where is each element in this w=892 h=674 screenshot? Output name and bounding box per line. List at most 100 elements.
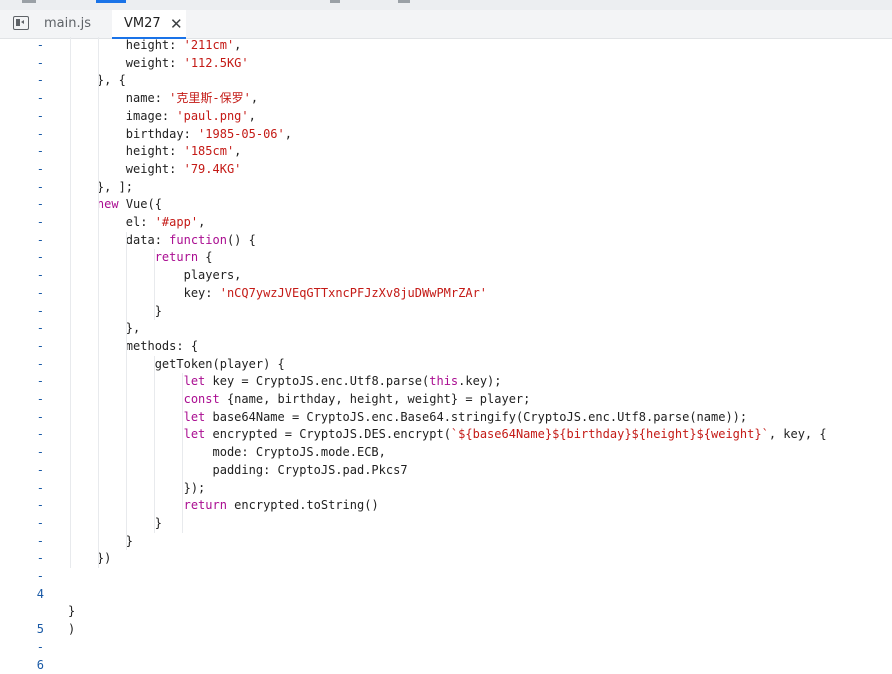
line-number[interactable]: - [0,391,44,409]
line-number[interactable]: - [0,462,44,480]
code-token: padding: CryptoJS.pad.Pkcs7 [68,463,408,477]
line-number[interactable]: - [0,285,44,303]
code-text: ) [68,621,75,639]
code-token: '1985-05-06' [198,127,285,141]
code-token: weight: [68,56,184,70]
line-number[interactable]: - [0,444,44,462]
indent-guide [126,232,127,551]
code-token: let [184,410,206,424]
line-number[interactable]: - [0,356,44,374]
line-number[interactable]: - [0,90,44,108]
code-token: }) [68,551,111,565]
indent-guide [70,37,71,568]
line-number[interactable]: - [0,179,44,197]
line-number[interactable]: - [0,249,44,267]
code-token: encrypted.toString() [227,498,379,512]
code-token: , [249,109,256,123]
code-line: - } [0,515,892,533]
code-line: - padding: CryptoJS.pad.Pkcs7 [0,462,892,480]
code-token: weight: [68,162,184,176]
code-token: 'paul.png' [176,109,248,123]
line-number[interactable]: - [0,143,44,161]
code-token: { [198,250,212,264]
code-text: new Vue({ [68,196,162,214]
code-text: }) [68,550,111,568]
code-token: () { [227,233,256,247]
line-number[interactable]: - [0,338,44,356]
code-token: getToken(player) { [68,357,285,371]
line-number[interactable]: - [0,568,44,586]
code-line: - }); [0,480,892,498]
code-token: const [184,392,220,406]
code-token: let [184,427,206,441]
indent-guide [98,37,99,568]
code-line: - return { [0,249,892,267]
code-text: birthday: '1985-05-06', [68,126,292,144]
code-text: weight: '79.4KG' [68,161,241,179]
code-text: el: '#app', [68,214,205,232]
tab-main-js[interactable]: main.js [44,10,91,38]
code-token: , key, { [769,427,827,441]
code-token: return [184,498,227,512]
line-number[interactable]: - [0,639,44,657]
line-number[interactable]: - [0,37,44,55]
toolbar-fragment [330,0,340,3]
code-token: new [97,197,119,211]
line-number[interactable]: - [0,550,44,568]
line-number[interactable]: - [0,55,44,73]
line-number[interactable]: - [0,126,44,144]
line-number[interactable]: - [0,409,44,427]
line-number[interactable]: - [0,232,44,250]
code-token [68,250,155,264]
code-token: key: [68,286,220,300]
code-line: - data: function() { [0,232,892,250]
code-line: - }, [0,320,892,338]
line-number[interactable]: - [0,320,44,338]
tab-vm27[interactable]: VM27 ✕ [112,10,186,39]
code-editor[interactable]: - height: '211cm',- weight: '112.5KG'- }… [0,39,892,645]
line-number[interactable]: - [0,533,44,551]
code-line: - el: '#app', [0,214,892,232]
line-number[interactable]: - [0,303,44,321]
line-number[interactable]: - [0,161,44,179]
code-text: }, { [68,72,126,90]
line-number[interactable]: 6 [0,657,44,674]
line-number[interactable]: - [0,373,44,391]
code-token: height: [68,144,184,158]
line-number[interactable]: - [0,515,44,533]
code-line: - getToken(player) { [0,356,892,374]
line-number[interactable]: 5 [0,621,44,639]
line-number[interactable]: - [0,497,44,515]
code-token: .key); [458,374,501,388]
line-number[interactable]: - [0,214,44,232]
line-number[interactable]: - [0,267,44,285]
code-line: 4 [0,586,892,604]
code-text: mode: CryptoJS.mode.ECB, [68,444,386,462]
code-text: key: 'nCQ7ywzJVEqGTTxncPFJzXv8juDWwPMrZA… [68,285,487,303]
close-tab-icon[interactable]: ✕ [170,10,182,38]
code-token: Vue({ [119,197,162,211]
code-token: ) [68,622,75,636]
code-token: mode: CryptoJS.mode.ECB, [68,445,386,459]
line-number[interactable]: 4 [0,586,44,604]
line-number[interactable]: - [0,426,44,444]
code-line: - } [0,533,892,551]
code-token: data: [68,233,169,247]
code-token: }); [68,481,205,495]
code-line: 5) [0,621,892,639]
line-number[interactable]: - [0,196,44,214]
code-text: } [68,515,162,533]
code-text: height: '211cm', [68,37,241,55]
toggle-navigator-icon[interactable] [13,16,29,30]
code-text: padding: CryptoJS.pad.Pkcs7 [68,462,408,480]
code-line: - let base64Name = CryptoJS.enc.Base64.s… [0,409,892,427]
line-number[interactable]: - [0,480,44,498]
line-number[interactable]: - [0,72,44,90]
indent-guide [182,373,183,532]
line-number[interactable]: - [0,108,44,126]
code-token: , [234,144,241,158]
code-line: - const {name, birthday, height, weight}… [0,391,892,409]
code-token: , [285,127,292,141]
code-text: height: '185cm', [68,143,241,161]
code-token: , [198,215,205,229]
